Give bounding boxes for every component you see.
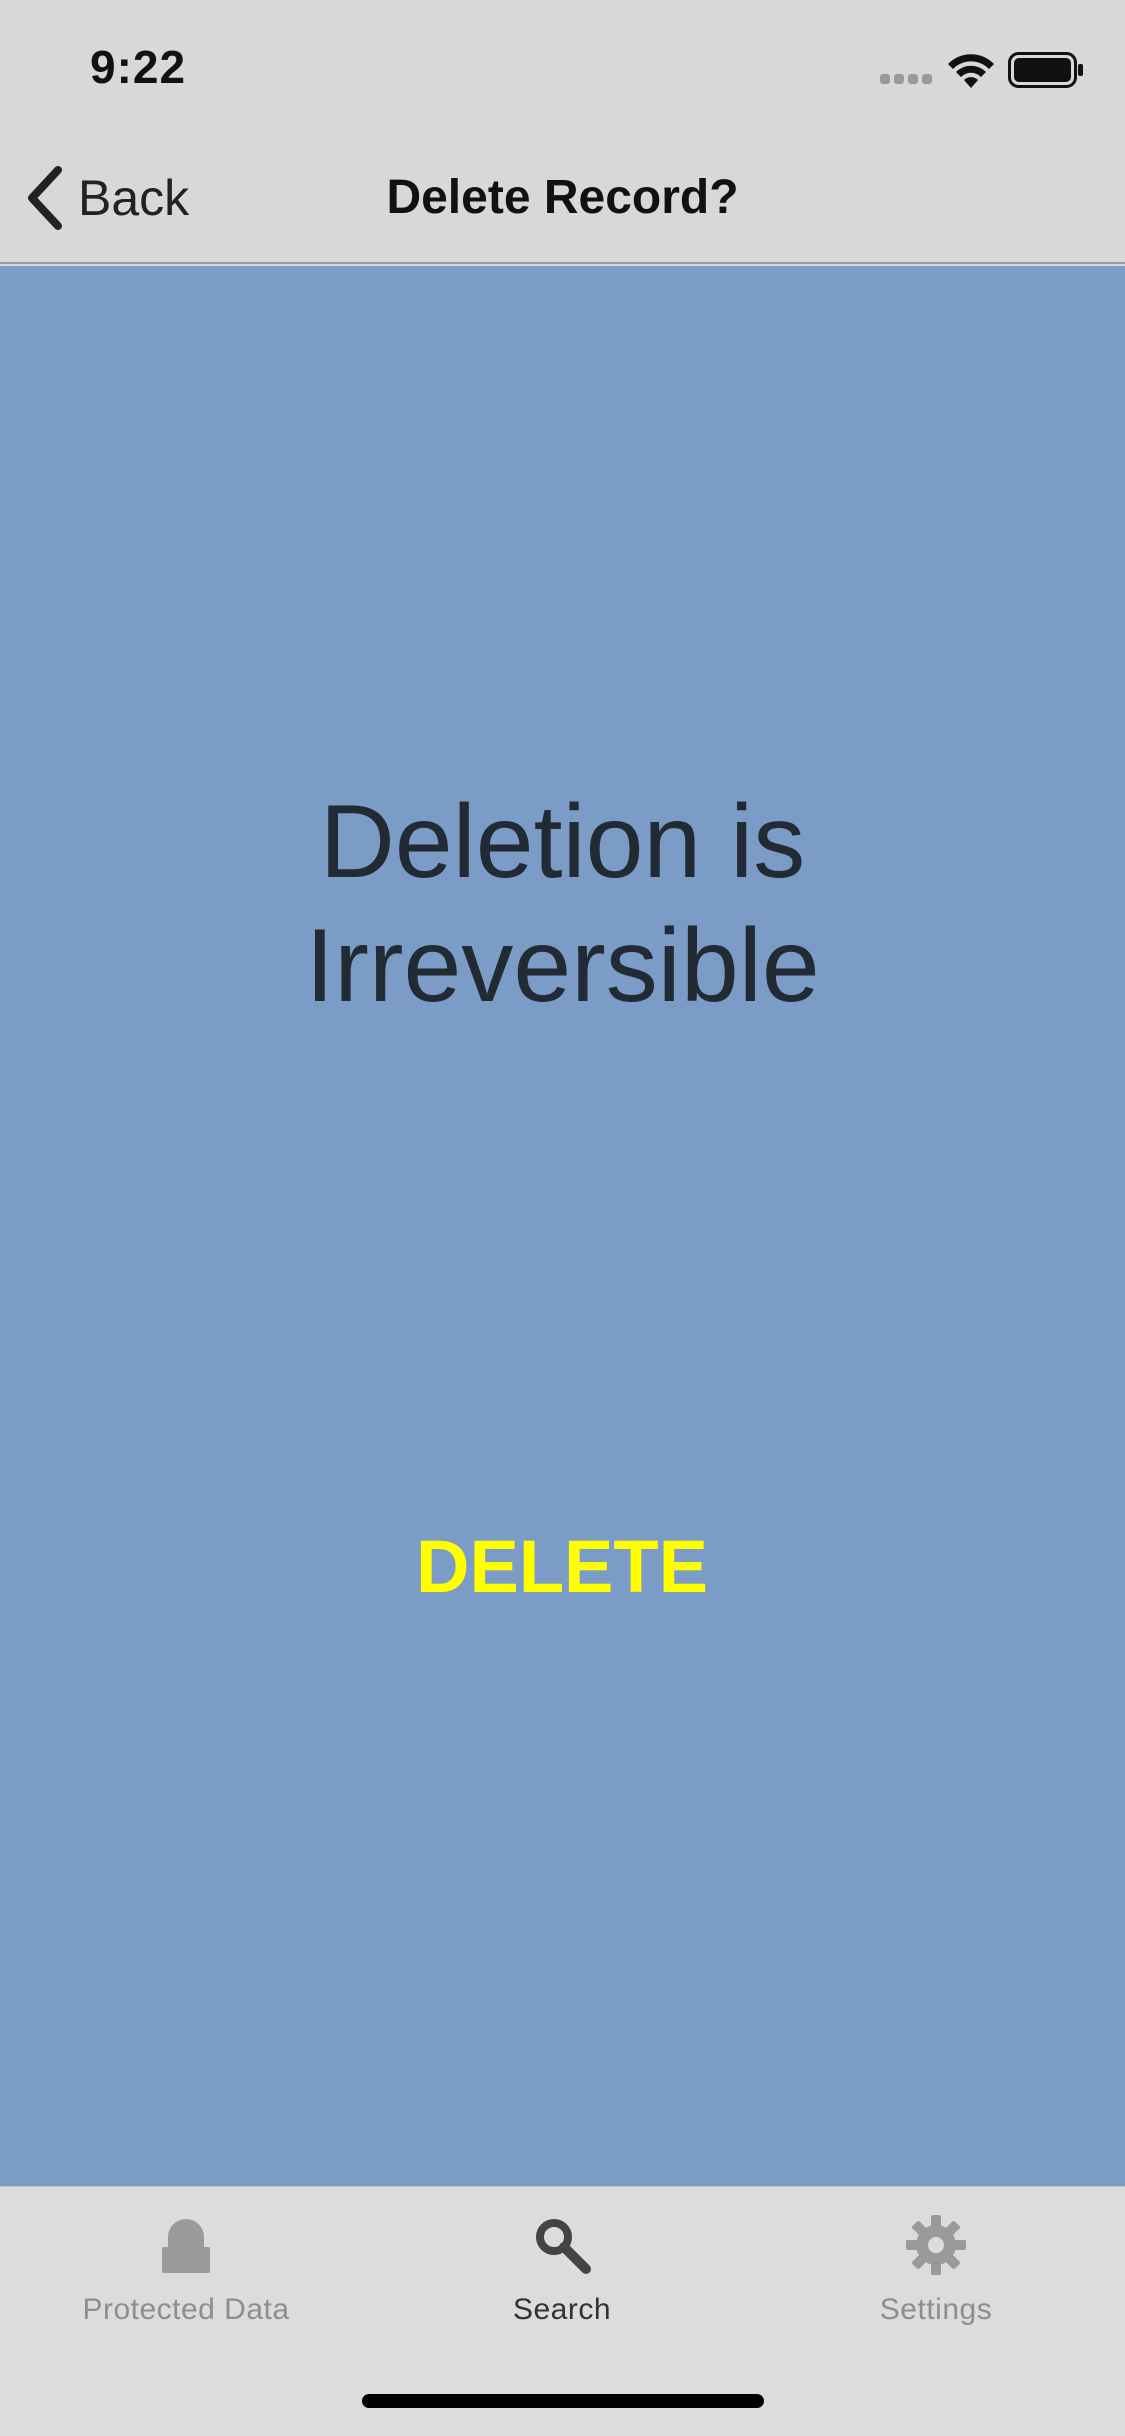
main-content: Deletion is Irreversible DELETE xyxy=(0,266,1125,2186)
gear-icon xyxy=(906,2215,966,2275)
tab-label: Search xyxy=(512,2293,612,2326)
tab-protected-data[interactable]: Protected Data xyxy=(36,2213,336,2327)
status-time: 9:22 xyxy=(90,41,187,93)
search-icon xyxy=(536,2219,591,2274)
battery-icon xyxy=(1008,52,1083,88)
tab-label: Protected Data xyxy=(82,2293,290,2326)
warning-line-2: Irreversible xyxy=(305,908,820,1024)
warning-line-1: Deletion is xyxy=(319,784,806,900)
screen: 9:22 Back Delete Record? Deletion is Irr… xyxy=(0,0,1125,2436)
status-bar: 9:22 xyxy=(0,0,1125,132)
tab-search[interactable]: Search xyxy=(412,2213,712,2327)
page-title: Delete Record? xyxy=(386,171,739,224)
warning-message: Deletion is Irreversible xyxy=(0,780,1125,1028)
wifi-icon xyxy=(948,54,994,88)
tab-settings[interactable]: Settings xyxy=(786,2213,1086,2327)
lock-icon xyxy=(162,2219,210,2273)
cellular-signal-icon xyxy=(880,74,936,86)
navigation-bar: Back Delete Record? xyxy=(0,132,1125,264)
home-indicator[interactable] xyxy=(362,2394,764,2408)
tab-label: Settings xyxy=(879,2293,993,2326)
delete-button[interactable]: DELETE xyxy=(362,1506,762,1626)
